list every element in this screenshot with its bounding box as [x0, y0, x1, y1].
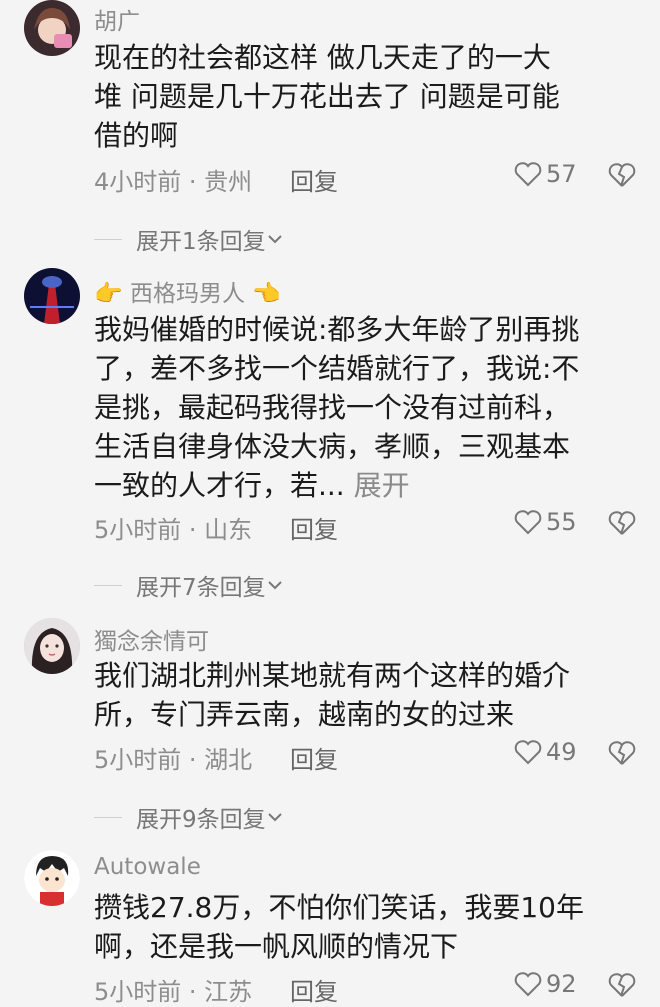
- comment-line-text: 一致的人才行，若...: [94, 469, 345, 502]
- commenter-name[interactable]: 胡广: [94, 2, 140, 36]
- divider: [94, 816, 122, 818]
- like-count: 49: [546, 738, 577, 766]
- comment-line: 一致的人才行，若... 展开: [94, 466, 634, 505]
- broken-heart-icon: [608, 741, 636, 765]
- comment-text: 我们湖北荆州某地就有两个这样的婚介 所，专门弄云南，越南的女的过来: [94, 656, 634, 734]
- chevron-down-icon: [267, 581, 282, 590]
- commenter-name[interactable]: 獨念余情可: [94, 622, 209, 656]
- comment-time-location: 5小时前 · 山东: [94, 516, 253, 544]
- comment-item: 獨念余情可 我们湖北荆州某地就有两个这样的婚介 所，专门弄云南，越南的女的过来 …: [0, 618, 660, 834]
- comment-line: 啊，还是我一帆风顺的情况下: [94, 930, 459, 963]
- comment-time-location: 5小时前 · 湖北: [94, 746, 253, 774]
- expand-replies-button[interactable]: 展开9条回复: [94, 800, 284, 834]
- expand-replies-button[interactable]: 展开1条回复: [94, 222, 284, 256]
- heart-outline-icon: [514, 510, 542, 535]
- like-button[interactable]: 57: [514, 160, 577, 188]
- reply-button[interactable]: 回复: [290, 162, 338, 197]
- comment-line: 我们湖北荆州某地就有两个这样的婚介: [94, 659, 571, 692]
- pointing-left-emoji: 👈: [252, 281, 281, 307]
- heart-outline-icon: [514, 740, 542, 765]
- comment-time-location: 4小时前 · 贵州: [94, 168, 253, 196]
- comment-line: 现在的社会都这样 做几天走了的一大: [94, 41, 551, 74]
- avatar[interactable]: [24, 0, 80, 56]
- comment-line: 是挑，最起码我得找一个没有过前科，: [94, 391, 571, 424]
- comment-text: 现在的社会都这样 做几天走了的一大 堆 问题是几十万花出去了 问题是可能 借的啊: [94, 38, 634, 155]
- avatar[interactable]: [24, 850, 80, 906]
- avatar[interactable]: [24, 618, 80, 674]
- broken-heart-icon: [608, 511, 636, 535]
- comment-item: 👉 西格玛男人 👈 我妈催婚的时候说:都多大年龄了别再挑 了，差不多找一个结婚就…: [0, 268, 660, 601]
- comment-line: 我妈催婚的时候说:都多大年龄了别再挑: [94, 313, 580, 346]
- reply-button[interactable]: 回复: [290, 510, 338, 545]
- dislike-button[interactable]: [608, 162, 636, 192]
- comment-line: 借的啊: [94, 119, 179, 152]
- like-count: 92: [546, 970, 577, 998]
- broken-heart-icon: [608, 973, 636, 997]
- pointing-right-emoji: 👉: [94, 281, 123, 307]
- expand-text-link[interactable]: 展开: [354, 469, 410, 502]
- comment-line: 了，差不多找一个结婚就行了，我说:不: [94, 352, 580, 385]
- chevron-down-icon: [267, 235, 282, 244]
- like-button[interactable]: 55: [514, 508, 577, 536]
- commenter-name-text: 西格玛男人: [129, 281, 245, 307]
- divider: [94, 238, 122, 240]
- commenter-name[interactable]: Autowale: [94, 854, 201, 880]
- comment-text: 攒钱27.8万，不怕你们笑话，我要10年 啊，还是我一帆风顺的情况下: [94, 888, 634, 966]
- commenter-name[interactable]: 👉 西格玛男人 👈: [94, 274, 281, 308]
- heart-outline-icon: [514, 162, 542, 187]
- like-button[interactable]: 49: [514, 738, 577, 766]
- expand-replies-label: 展开7条回复: [136, 575, 266, 601]
- reply-button[interactable]: 回复: [290, 740, 338, 775]
- broken-heart-icon: [608, 163, 636, 187]
- comment-line: 生活自律身体没大病，孝顺，三观基本: [94, 430, 571, 463]
- expand-replies-label: 展开9条回复: [136, 807, 266, 833]
- expand-replies-label: 展开1条回复: [136, 229, 266, 255]
- heart-outline-icon: [514, 972, 542, 997]
- like-count: 55: [546, 508, 577, 536]
- chevron-down-icon: [267, 813, 282, 822]
- dislike-button[interactable]: [608, 510, 636, 540]
- comment-line: 攒钱27.8万，不怕你们笑话，我要10年: [94, 891, 584, 924]
- dislike-button[interactable]: [608, 972, 636, 1002]
- dislike-button[interactable]: [608, 740, 636, 770]
- like-button[interactable]: 92: [514, 970, 577, 998]
- comment-line: 所，专门弄云南，越南的女的过来: [94, 698, 515, 731]
- comment-text: 我妈催婚的时候说:都多大年龄了别再挑 了，差不多找一个结婚就行了，我说:不 是挑…: [94, 310, 634, 505]
- divider: [94, 584, 122, 586]
- avatar[interactable]: [24, 268, 80, 324]
- comment-item: 胡广 现在的社会都这样 做几天走了的一大 堆 问题是几十万花出去了 问题是可能 …: [0, 0, 660, 260]
- expand-replies-button[interactable]: 展开7条回复: [94, 568, 284, 602]
- comment-line: 堆 问题是几十万花出去了 问题是可能: [94, 80, 560, 113]
- comment-item: Autowale 攒钱27.8万，不怕你们笑话，我要10年 啊，还是我一帆风顺的…: [0, 850, 660, 1006]
- like-count: 57: [546, 160, 577, 188]
